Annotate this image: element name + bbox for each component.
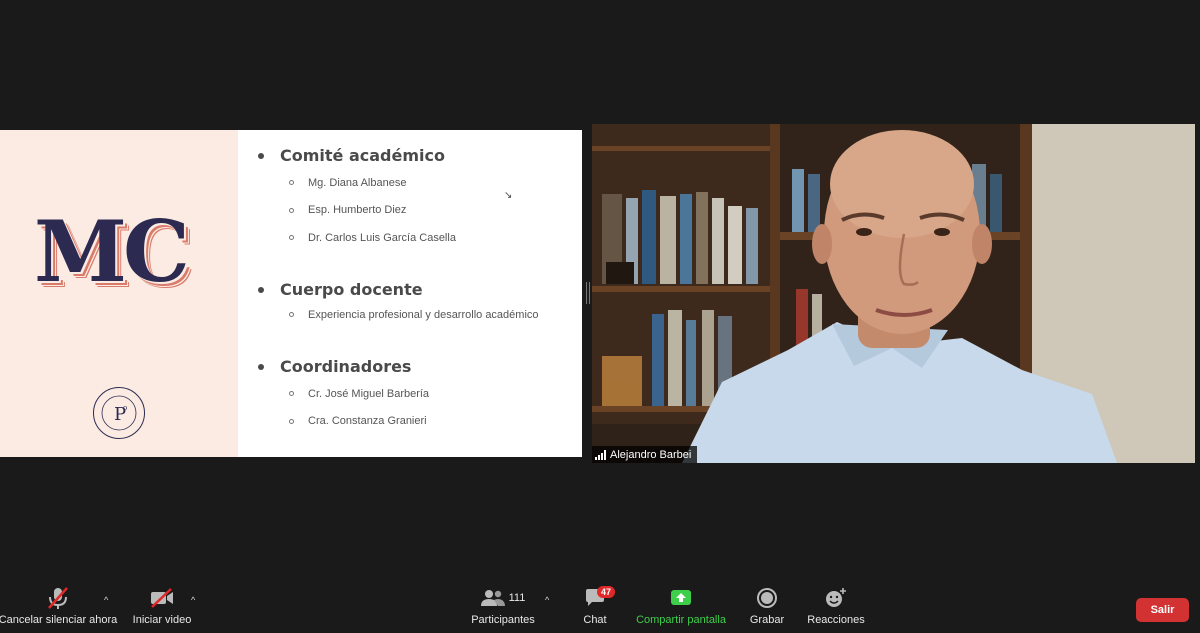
section-title: Cuerpo docente bbox=[258, 280, 539, 299]
reactions-smiley-icon bbox=[826, 588, 846, 607]
leave-button[interactable]: Salir bbox=[1136, 598, 1189, 622]
slide-content-panel: Comité académico Mg. Diana Albanese Esp.… bbox=[238, 130, 582, 457]
participant-name-tag: Alejandro Barbei bbox=[592, 446, 698, 463]
section-coordinadores: Coordinadores Cr. José Miguel Barbería C… bbox=[258, 357, 429, 435]
video-camera-off-icon bbox=[151, 588, 173, 608]
shared-slide: MC P o Comité académico Mg. Diana Albane… bbox=[0, 130, 582, 457]
unmute-button[interactable]: Cancelar silenciar ahora bbox=[0, 583, 117, 633]
participants-options-chevron-icon[interactable]: ^ bbox=[545, 595, 549, 605]
list-item: Esp. Humberto Diez bbox=[258, 197, 456, 225]
signal-strength-icon bbox=[595, 449, 606, 460]
chat-unread-badge: 47 bbox=[597, 586, 616, 598]
section-title: Coordinadores bbox=[258, 357, 429, 376]
mouse-cursor-icon: ↘ bbox=[504, 190, 513, 201]
participants-icon bbox=[480, 590, 505, 606]
record-icon bbox=[757, 588, 777, 608]
list-item: Dr. Carlos Luis García Casella bbox=[258, 224, 456, 252]
video-options-chevron-icon[interactable]: ^ bbox=[191, 595, 195, 605]
slide-brand-panel: MC P o bbox=[0, 130, 238, 457]
participants-count: 111 bbox=[508, 592, 526, 604]
svg-text:o: o bbox=[123, 404, 127, 412]
share-screen-button[interactable]: Compartir pantalla bbox=[635, 583, 727, 633]
meeting-toolbar: Cancelar silenciar ahora ^ Iniciar video… bbox=[0, 583, 1200, 633]
participant-name: Alejandro Barbei bbox=[610, 448, 692, 461]
split-resize-handle[interactable] bbox=[586, 282, 590, 304]
participants-label: Participantes bbox=[471, 614, 535, 626]
section-comite: Comité académico Mg. Diana Albanese Esp.… bbox=[258, 146, 456, 252]
share-screen-icon bbox=[671, 590, 691, 605]
participant-video[interactable]: Alejandro Barbei bbox=[592, 124, 1195, 463]
list-item: Experiencia profesional y desarrollo aca… bbox=[258, 301, 539, 329]
audio-options-chevron-icon[interactable]: ^ bbox=[104, 595, 108, 605]
chat-button[interactable]: 47 Chat bbox=[580, 583, 616, 633]
microphone-muted-icon bbox=[48, 587, 68, 609]
participants-button[interactable]: 111 Participantes bbox=[470, 583, 536, 633]
record-button[interactable]: Grabar bbox=[748, 583, 786, 633]
list-item: Cr. José Miguel Barbería bbox=[258, 380, 429, 408]
record-label: Grabar bbox=[749, 614, 785, 626]
video-frame-image bbox=[592, 124, 1195, 463]
list-item: Mg. Diana Albanese bbox=[258, 169, 456, 197]
reactions-label: Reacciones bbox=[807, 614, 865, 626]
unmute-label: Cancelar silenciar ahora bbox=[0, 614, 118, 626]
list-item: Cra. Constanza Granieri bbox=[258, 408, 429, 436]
mc-logo: MC bbox=[34, 202, 190, 301]
posgrado-seal-logo: P o bbox=[93, 387, 145, 439]
reactions-button[interactable]: Reacciones bbox=[806, 583, 866, 633]
section-cuerpo-docente: Cuerpo docente Experiencia profesional y… bbox=[258, 280, 539, 329]
start-video-button[interactable]: Iniciar video bbox=[130, 583, 194, 633]
section-title: Comité académico bbox=[258, 146, 456, 165]
chat-label: Chat bbox=[583, 614, 607, 626]
share-screen-label: Compartir pantalla bbox=[636, 614, 726, 626]
start-video-label: Iniciar video bbox=[132, 614, 192, 626]
